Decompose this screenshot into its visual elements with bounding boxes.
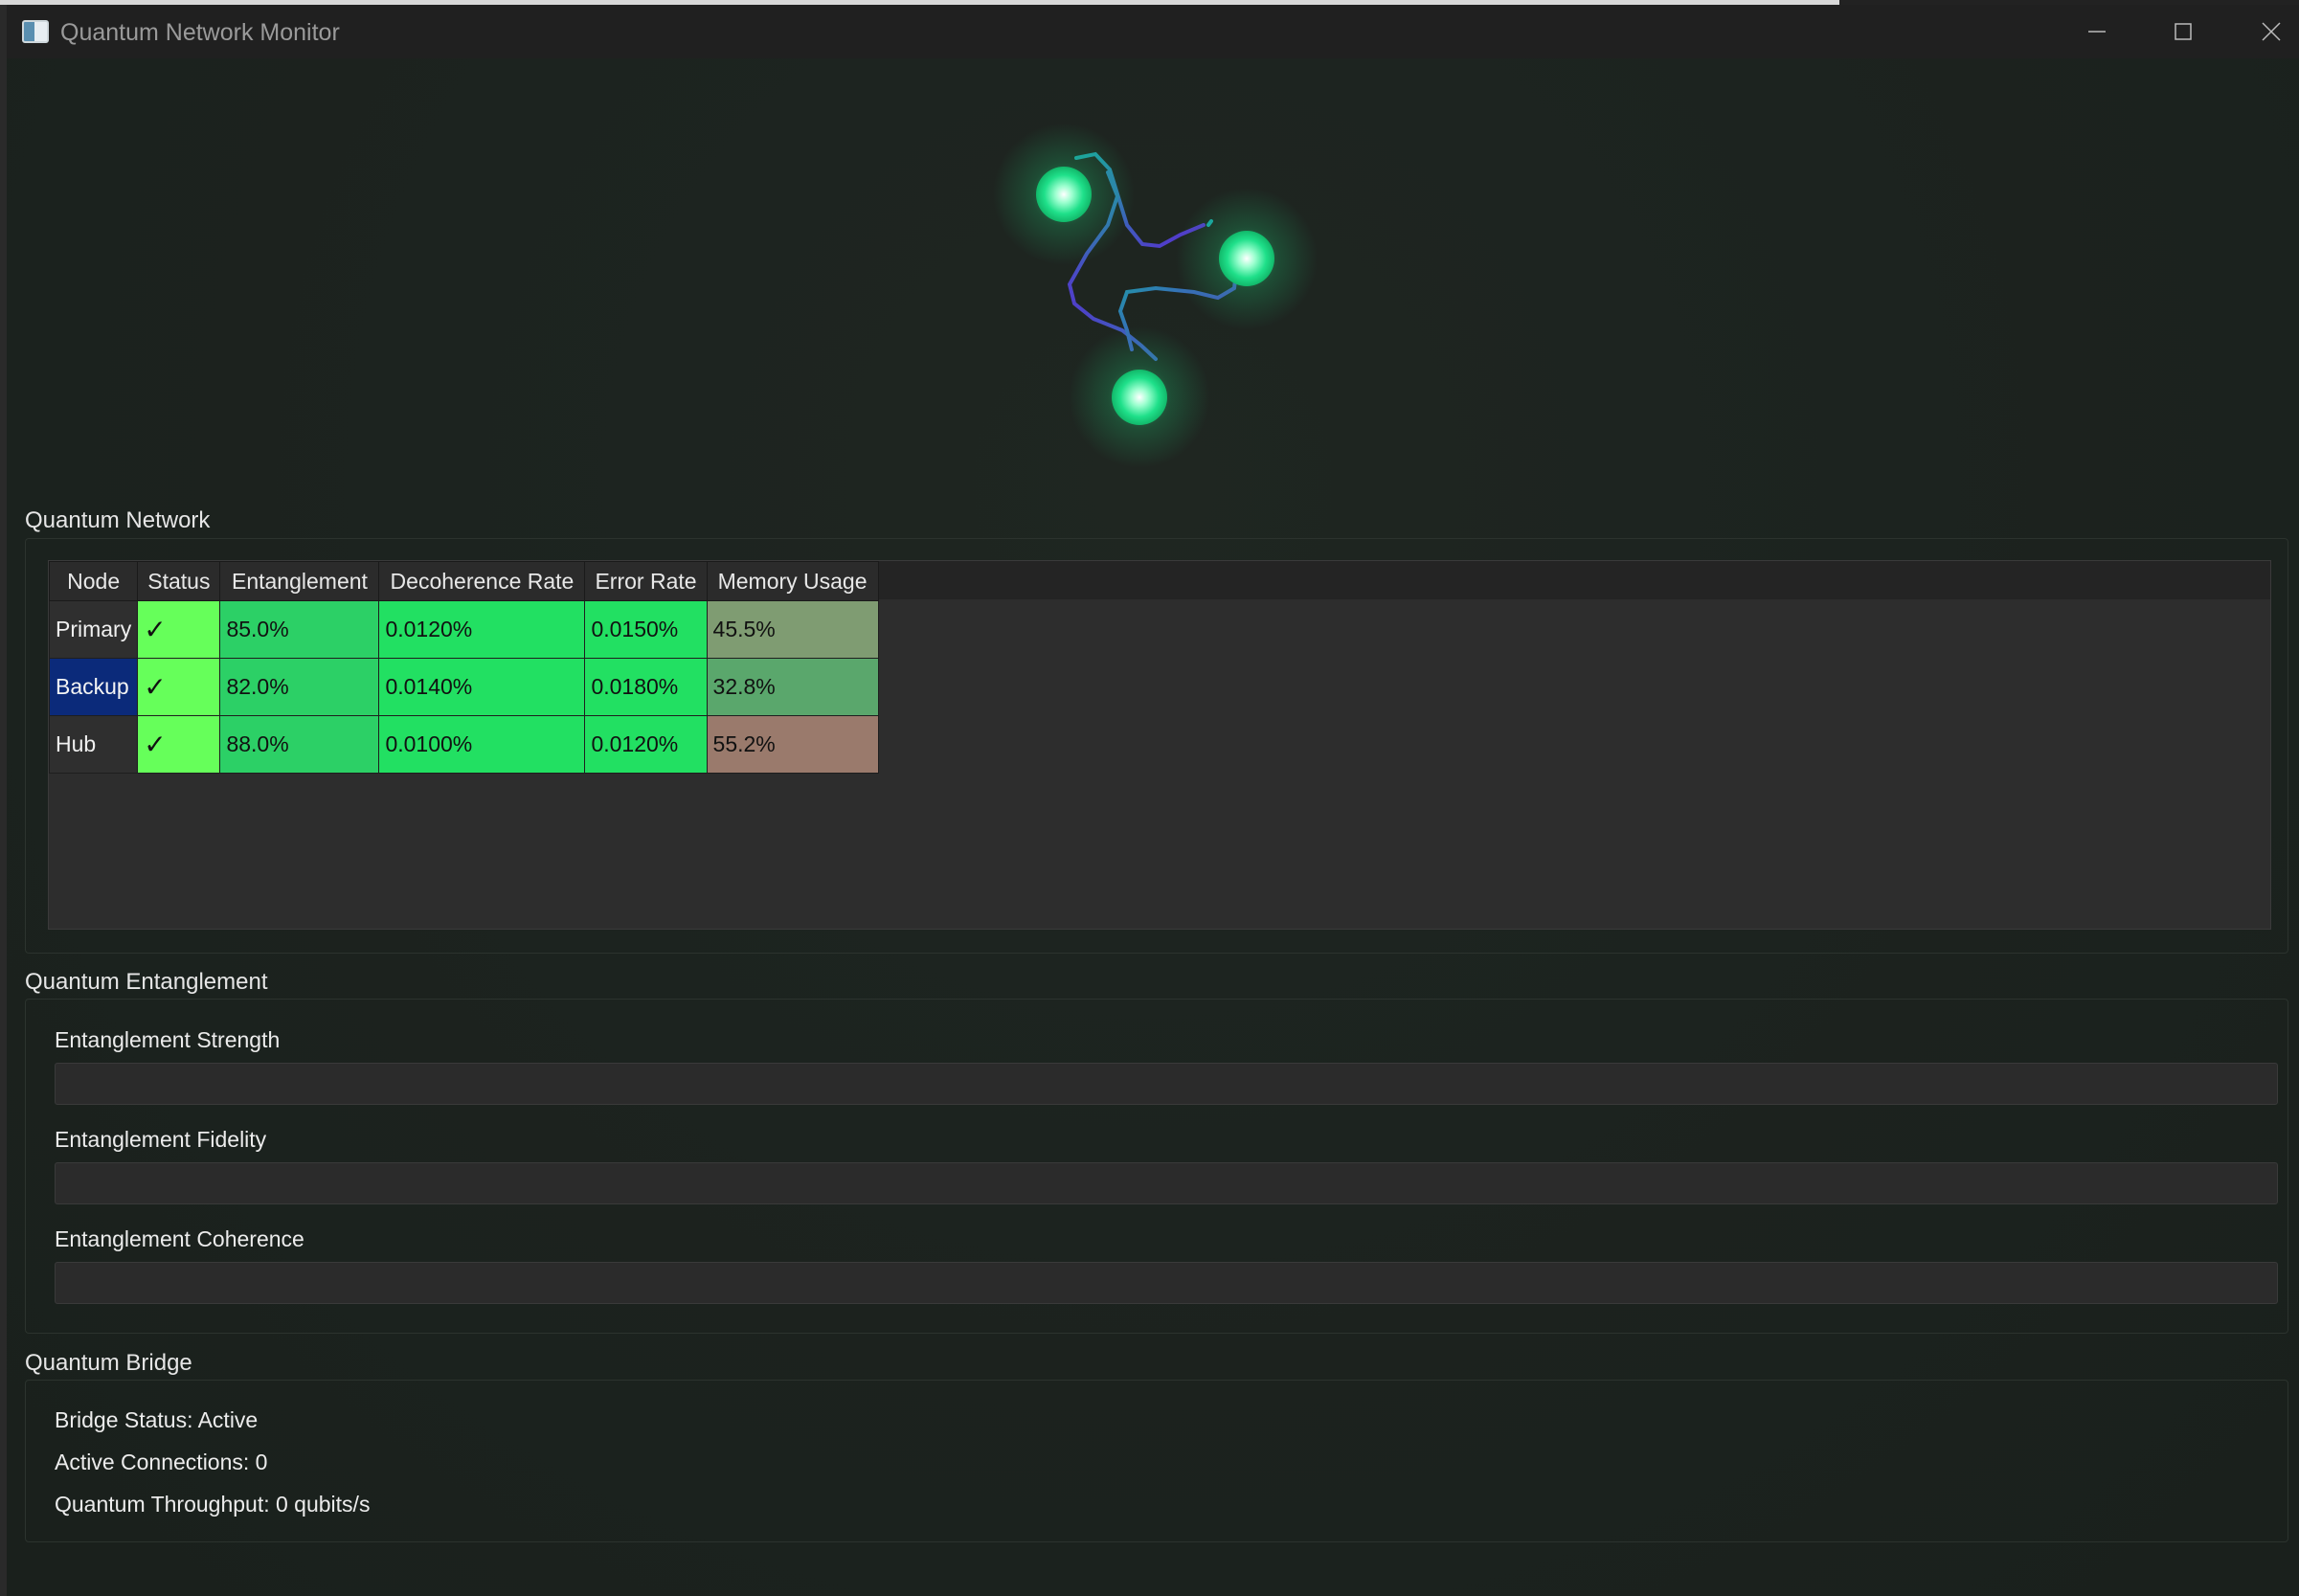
quantum-node-primary bbox=[993, 124, 1135, 265]
bridge-group-title: Quantum Bridge bbox=[25, 1350, 192, 1376]
table-row[interactable]: Primary ✓ 85.0% 0.0120% 0.0150% 45.5% bbox=[48, 600, 879, 659]
quantum-throughput-label: Quantum Throughput: 0 qubits/s bbox=[55, 1492, 371, 1517]
minimize-icon bbox=[2088, 31, 2106, 33]
cell-status[interactable]: ✓ bbox=[137, 600, 221, 659]
column-header-decoherence-rate[interactable]: Decoherence Rate bbox=[378, 561, 586, 601]
cell-node[interactable]: Primary bbox=[48, 600, 139, 659]
cell-memory-usage[interactable]: 55.2% bbox=[706, 715, 879, 774]
maximize-button[interactable] bbox=[2140, 5, 2226, 58]
column-header-entanglement[interactable]: Entanglement bbox=[219, 561, 380, 601]
app-icon bbox=[22, 20, 49, 43]
column-header-node[interactable]: Node bbox=[48, 561, 139, 601]
title-bar[interactable]: Quantum Network Monitor bbox=[7, 5, 2299, 58]
column-header-status[interactable]: Status bbox=[137, 561, 221, 601]
entanglement-strength-progress-bar bbox=[55, 1063, 2278, 1105]
quantum-network-visualization bbox=[993, 124, 1318, 468]
active-connections-label: Active Connections: 0 bbox=[55, 1450, 268, 1474]
entanglement-strength-label: Entanglement Strength bbox=[55, 1027, 281, 1052]
background-window-edge bbox=[0, 5, 7, 1596]
cell-memory-usage[interactable]: 32.8% bbox=[706, 658, 879, 716]
close-icon bbox=[2262, 22, 2281, 41]
cell-entanglement[interactable]: 88.0% bbox=[219, 715, 380, 774]
cell-decoherence-rate[interactable]: 0.0100% bbox=[378, 715, 586, 774]
table-header-row: Node Status Entanglement Decoherence Rat… bbox=[48, 561, 879, 601]
cell-decoherence-rate[interactable]: 0.0120% bbox=[378, 600, 586, 659]
entanglement-coherence-label: Entanglement Coherence bbox=[55, 1226, 304, 1251]
cell-status[interactable]: ✓ bbox=[137, 658, 221, 716]
entanglement-coherence-progress-bar bbox=[55, 1262, 2278, 1304]
cell-error-rate[interactable]: 0.0120% bbox=[584, 715, 708, 774]
bridge-group-box bbox=[25, 1380, 2288, 1542]
entanglement-group-title: Quantum Entanglement bbox=[25, 969, 268, 995]
cell-node[interactable]: Hub bbox=[48, 715, 139, 774]
cell-error-rate[interactable]: 0.0180% bbox=[584, 658, 708, 716]
cell-error-rate[interactable]: 0.0150% bbox=[584, 600, 708, 659]
cell-memory-usage[interactable]: 45.5% bbox=[706, 600, 879, 659]
window-title: Quantum Network Monitor bbox=[60, 19, 340, 46]
minimize-button[interactable] bbox=[2054, 5, 2140, 58]
cell-node[interactable]: Backup bbox=[48, 658, 139, 716]
entanglement-fidelity-progress-bar bbox=[55, 1162, 2278, 1204]
maximize-icon bbox=[2175, 23, 2192, 40]
network-table[interactable]: Node Status Entanglement Decoherence Rat… bbox=[48, 560, 2271, 930]
bridge-status-label: Bridge Status: Active bbox=[55, 1407, 259, 1432]
quantum-node-backup bbox=[1069, 326, 1210, 468]
cell-status[interactable]: ✓ bbox=[137, 715, 221, 774]
column-header-memory-usage[interactable]: Memory Usage bbox=[706, 561, 879, 601]
quantum-node-hub bbox=[1176, 188, 1318, 329]
table-row[interactable]: Backup ✓ 82.0% 0.0140% 0.0180% 32.8% bbox=[48, 658, 879, 716]
cell-entanglement[interactable]: 85.0% bbox=[219, 600, 380, 659]
cell-entanglement[interactable]: 82.0% bbox=[219, 658, 380, 716]
cell-decoherence-rate[interactable]: 0.0140% bbox=[378, 658, 586, 716]
column-header-error-rate[interactable]: Error Rate bbox=[584, 561, 708, 601]
close-button[interactable] bbox=[2228, 5, 2299, 58]
network-group-title: Quantum Network bbox=[25, 507, 211, 533]
entanglement-fidelity-label: Entanglement Fidelity bbox=[55, 1127, 267, 1152]
table-row[interactable]: Hub ✓ 88.0% 0.0100% 0.0120% 55.2% bbox=[48, 715, 879, 774]
app-window: Quantum Network Monitor Quantum Network … bbox=[7, 5, 2299, 1596]
